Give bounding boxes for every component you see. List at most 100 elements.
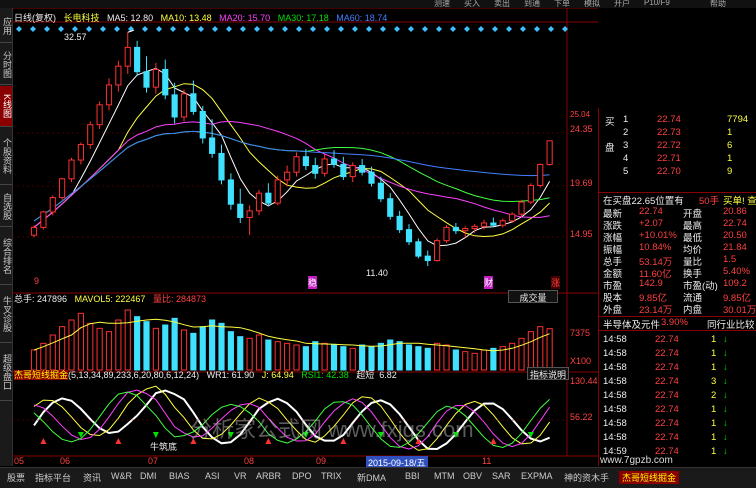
- indicator-tab[interactable]: MTM: [431, 471, 458, 481]
- candle-body[interactable]: [537, 163, 544, 186]
- candle-body[interactable]: [218, 152, 225, 181]
- volume-bar[interactable]: [293, 344, 300, 371]
- candle-body[interactable]: [340, 163, 347, 178]
- event-diamond-icon[interactable]: [394, 26, 400, 32]
- volume-bar[interactable]: [87, 322, 94, 371]
- volume-bar[interactable]: [134, 316, 141, 371]
- event-diamond-icon[interactable]: [282, 26, 288, 32]
- volume-bar[interactable]: [274, 341, 281, 371]
- candle-body[interactable]: [96, 104, 103, 126]
- event-diamond-icon[interactable]: [268, 26, 274, 32]
- volume-bar[interactable]: [218, 322, 225, 371]
- candle-body[interactable]: [387, 198, 394, 217]
- candle-body[interactable]: [284, 171, 291, 181]
- volume-bar[interactable]: [405, 344, 413, 371]
- candle-body[interactable]: [293, 156, 300, 173]
- volume-bar[interactable]: [190, 332, 197, 371]
- volume-bar[interactable]: [255, 334, 263, 371]
- sector-name[interactable]: 半导体及元件: [603, 317, 660, 331]
- volume-bar[interactable]: [77, 312, 84, 371]
- candle-body[interactable]: [87, 124, 94, 146]
- event-diamond-icon[interactable]: [212, 26, 218, 32]
- candle-body[interactable]: [434, 240, 441, 262]
- volume-bar[interactable]: [49, 334, 56, 371]
- volume-bar[interactable]: [321, 342, 328, 371]
- volume-bar[interactable]: [96, 327, 103, 371]
- side-tab[interactable]: K线图: [0, 86, 12, 127]
- volume-bar[interactable]: [415, 346, 422, 371]
- side-tab[interactable]: 分时图: [0, 44, 12, 85]
- candle-body[interactable]: [124, 46, 131, 67]
- volume-bar[interactable]: [180, 329, 188, 371]
- volume-bar[interactable]: [368, 346, 375, 371]
- event-diamond-icon[interactable]: [506, 26, 512, 32]
- event-diamond-icon[interactable]: [520, 26, 526, 32]
- volume-bar[interactable]: [265, 339, 272, 371]
- volume-bar[interactable]: [162, 324, 169, 371]
- event-diamond-icon[interactable]: [352, 26, 358, 32]
- volume-bar[interactable]: [30, 349, 38, 371]
- volume-bar[interactable]: [227, 331, 234, 371]
- candle-body[interactable]: [518, 201, 525, 215]
- candle-body[interactable]: [405, 229, 413, 243]
- volume-bar[interactable]: [359, 344, 366, 371]
- side-tab[interactable]: 自选股: [0, 186, 12, 227]
- kline-chart[interactable]: [12, 8, 598, 466]
- candle-body[interactable]: [274, 179, 281, 204]
- candle-body[interactable]: [499, 220, 506, 226]
- volume-bar[interactable]: [124, 309, 131, 371]
- candle-body[interactable]: [480, 222, 488, 227]
- side-tab[interactable]: 综合排名: [0, 228, 12, 285]
- indicator-tab[interactable]: BIAS: [166, 471, 193, 481]
- volume-bar[interactable]: [105, 331, 113, 371]
- volume-bar[interactable]: [209, 319, 216, 371]
- candle-body[interactable]: [415, 241, 422, 257]
- candle-body[interactable]: [330, 158, 338, 165]
- indicator-tab[interactable]: 新DMA: [354, 471, 389, 484]
- indicator-tab[interactable]: BBI: [402, 471, 423, 481]
- volume-bar[interactable]: [68, 319, 75, 371]
- indicator-tab[interactable]: VR: [231, 471, 250, 481]
- indicator-tab[interactable]: ASI: [202, 471, 223, 481]
- event-diamond-icon[interactable]: [408, 26, 414, 32]
- event-diamond-icon[interactable]: [324, 26, 330, 32]
- event-diamond-icon[interactable]: [226, 26, 232, 32]
- volume-bar[interactable]: [237, 336, 244, 371]
- event-diamond-icon[interactable]: [184, 26, 190, 32]
- event-diamond-icon[interactable]: [310, 26, 316, 32]
- candle-body[interactable]: [462, 228, 469, 232]
- candle-body[interactable]: [49, 197, 56, 213]
- candle-body[interactable]: [68, 159, 75, 180]
- order-row[interactable]: 2 22.73 1: [599, 127, 756, 139]
- candle-body[interactable]: [509, 213, 516, 222]
- volume-bar[interactable]: [452, 349, 459, 371]
- event-diamond-icon[interactable]: [254, 26, 260, 32]
- candle-body[interactable]: [30, 226, 38, 236]
- candle-body[interactable]: [359, 165, 366, 173]
- event-diamond-icon[interactable]: [534, 26, 540, 32]
- volume-bar[interactable]: [518, 337, 525, 371]
- candle-body[interactable]: [302, 156, 309, 167]
- candle-body[interactable]: [237, 203, 244, 218]
- candle-body[interactable]: [452, 226, 459, 232]
- volume-bar[interactable]: [434, 342, 441, 371]
- volume-bar[interactable]: [396, 341, 403, 371]
- candle-body[interactable]: [209, 137, 216, 154]
- candle-body[interactable]: [312, 165, 319, 174]
- volume-bar[interactable]: [302, 346, 309, 371]
- volume-bar[interactable]: [330, 344, 338, 371]
- candle-body[interactable]: [377, 182, 384, 200]
- event-diamond-icon[interactable]: [170, 26, 176, 32]
- indicator-tab[interactable]: 指标平台: [32, 471, 74, 484]
- event-diamond-icon[interactable]: [450, 26, 456, 32]
- volume-bar[interactable]: [480, 349, 488, 371]
- order-row[interactable]: 5 22.70 9: [599, 166, 756, 178]
- candle-body[interactable]: [143, 71, 150, 88]
- indicator-tab[interactable]: W&R: [108, 471, 135, 481]
- volume-bar[interactable]: [340, 346, 347, 371]
- candle-body[interactable]: [321, 158, 328, 174]
- indicator-tab[interactable]: DMI: [137, 471, 160, 481]
- volume-bar[interactable]: [312, 341, 319, 371]
- candle-body[interactable]: [199, 110, 206, 139]
- candle-body[interactable]: [115, 65, 122, 86]
